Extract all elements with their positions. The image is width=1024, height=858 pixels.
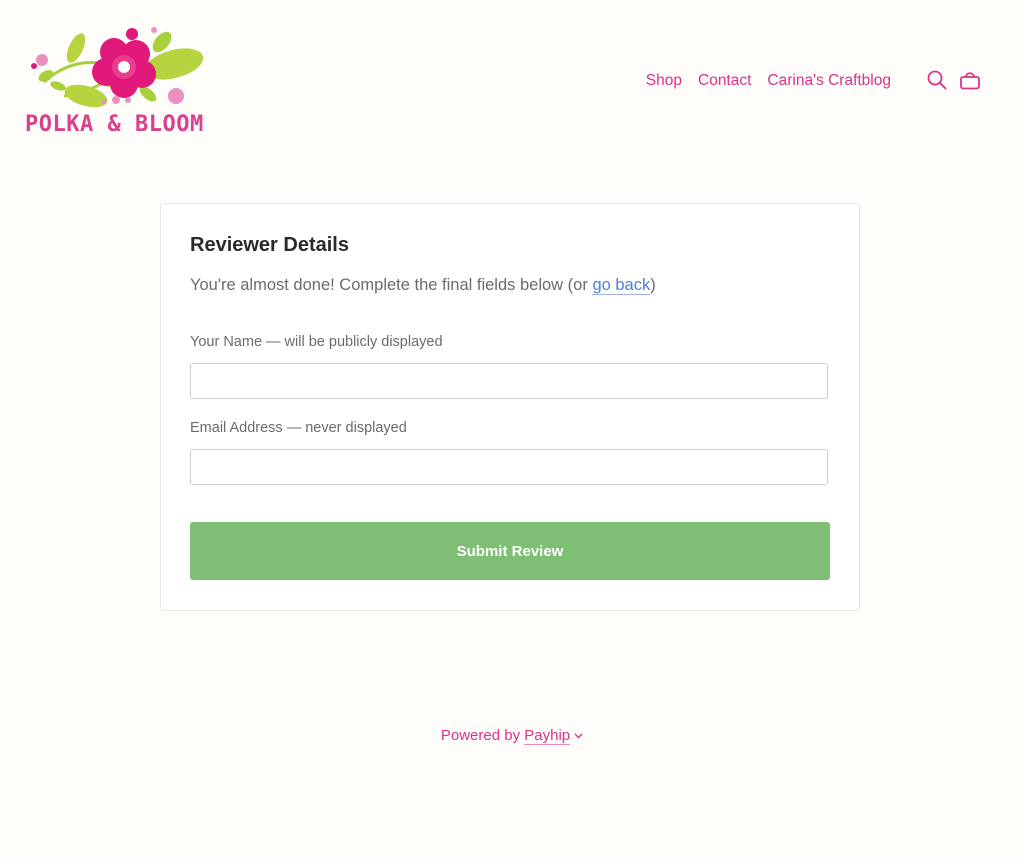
- nav-contact[interactable]: Contact: [698, 71, 751, 91]
- powered-by-text: Powered by: [440, 727, 525, 744]
- flower-logo-icon: [31, 27, 204, 108]
- cart-button[interactable]: [959, 69, 981, 91]
- site-header: POLKA & BLOOM Shop Contact Carina's Craf…: [0, 0, 1024, 160]
- go-back-link[interactable]: go back: [592, 276, 651, 295]
- search-icon: [927, 70, 947, 90]
- submit-review-button[interactable]: Submit Review: [190, 522, 830, 580]
- card-title: Reviewer Details: [190, 234, 349, 256]
- name-field-label: Your Name — will be publicly displayed: [190, 334, 443, 350]
- search-button[interactable]: [926, 69, 948, 91]
- chevron-down-icon[interactable]: [574, 733, 583, 739]
- email-field[interactable]: [190, 449, 828, 485]
- name-field[interactable]: [190, 363, 828, 399]
- site-logo[interactable]: POLKA & BLOOM: [24, 24, 210, 142]
- main-nav: Shop Contact Carina's Craftblog: [646, 71, 891, 91]
- nav-shop[interactable]: Shop: [646, 71, 682, 91]
- subtitle-close: ): [650, 276, 656, 294]
- email-field-label: Email Address — never displayed: [190, 420, 407, 436]
- logo-wordmark: POLKA & BLOOM: [25, 112, 204, 137]
- site-footer: Powered by Payhip: [0, 727, 1024, 745]
- subtitle-text: You're almost done! Complete the final f…: [190, 276, 593, 294]
- nav-craftblog[interactable]: Carina's Craftblog: [767, 71, 891, 91]
- shopping-bag-icon: [960, 72, 980, 90]
- payhip-link[interactable]: Payhip: [524, 727, 571, 745]
- reviewer-details-card: Reviewer Details You're almost done! Com…: [160, 203, 860, 611]
- card-subtitle: You're almost done! Complete the final f…: [190, 276, 656, 295]
